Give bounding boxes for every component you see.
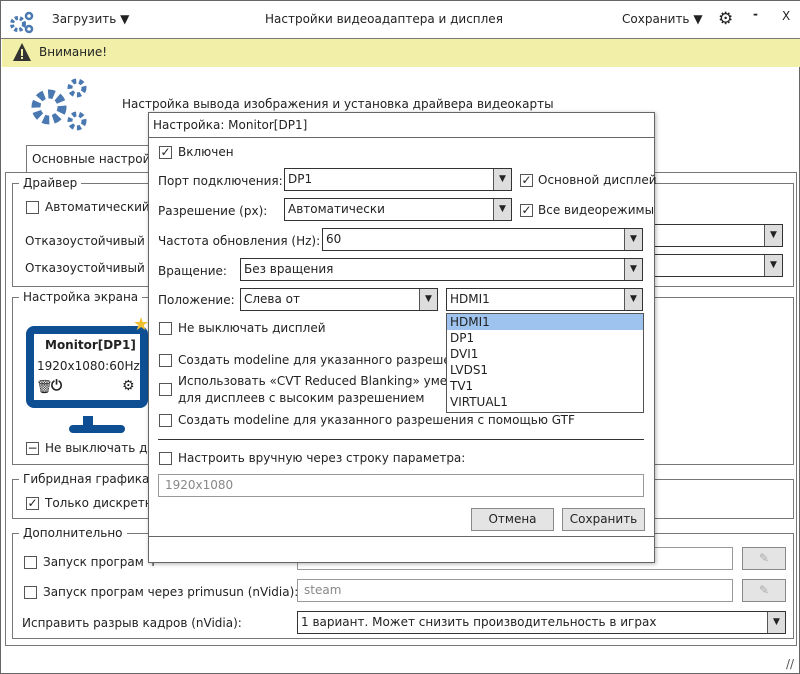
header-text: Настройка вывода изображения и установка… — [122, 97, 554, 111]
modeline-cvt-checkbox[interactable] — [159, 354, 172, 367]
discrete-label: Только дискретн — [45, 496, 153, 510]
port-label: Порт подключения: — [158, 174, 283, 188]
fallback2-label: Отказоустойчивый др — [25, 261, 165, 275]
run2-checkbox[interactable] — [24, 586, 37, 599]
auto-driver-label: Автоматический в — [45, 200, 161, 214]
load-menu[interactable]: Загрузить ▼ — [52, 12, 129, 26]
no-off-label: Не выключать ди — [45, 441, 156, 455]
position-label: Положение: — [158, 293, 235, 307]
run2-input[interactable]: steam — [297, 579, 733, 602]
nooff-label: Не выключать дисплей — [178, 321, 326, 335]
run1-label: Запуск програм ч — [43, 555, 155, 569]
header-gears-icon — [31, 78, 87, 131]
reduced-blanking-label-2: для дисплеев с высоким разрешением — [178, 391, 425, 405]
monitor-mode: 1920x1080:60Hz — [37, 359, 140, 373]
cancel-button[interactable]: Отмена — [471, 508, 554, 531]
dropdown-option[interactable]: DP1 — [447, 330, 643, 346]
warning-text: Внимание! — [39, 45, 108, 59]
minimize-button[interactable]: - — [753, 7, 758, 21]
tearing-label: Исправить разрыв кадров (nVidia): — [22, 616, 242, 630]
modeline-cvt-label: Создать modeline для указанного разрешен… — [178, 353, 474, 367]
allmodes-label: Все видеорежимы — [538, 203, 655, 217]
manual-input[interactable]: 1920x1080 — [158, 474, 644, 497]
extra-legend: Дополнительно — [19, 526, 127, 540]
dialog-title: Настройка: Monitor[DP1] — [153, 118, 308, 132]
primary-checkbox[interactable]: ✓ — [520, 174, 533, 187]
enabled-checkbox[interactable]: ✓ — [159, 146, 172, 159]
position-target-dropdown-list: HDMI1 DP1 DVI1 LVDS1 TV1 VIRTUAL1 — [446, 313, 644, 413]
monitor-name: Monitor[DP1] — [45, 338, 136, 352]
run2-label: Запуск програм через primusun (nVidia): — [43, 585, 299, 599]
driver-legend: Драйвер — [19, 176, 82, 190]
dropdown-option[interactable]: VIRTUAL1 — [447, 394, 643, 410]
position-target-combo[interactable]: HDMI1 ▼ — [446, 288, 643, 311]
screen-legend: Настройка экрана — [19, 290, 143, 304]
dialog-title-bar: Настройка: Monitor[DP1] — [149, 113, 654, 138]
port-combo[interactable]: DP1 ▼ — [284, 168, 512, 191]
auto-driver-checkbox[interactable] — [26, 201, 39, 214]
dropdown-option[interactable]: HDMI1 — [447, 314, 643, 330]
dropdown-option[interactable]: LVDS1 — [447, 362, 643, 378]
allmodes-checkbox[interactable]: ✓ — [520, 204, 533, 217]
manual-checkbox[interactable] — [159, 452, 172, 465]
run1-checkbox[interactable] — [24, 556, 37, 569]
save-menu[interactable]: Сохранить ▼ — [622, 12, 703, 26]
enabled-label: Включен — [178, 145, 234, 159]
discrete-checkbox[interactable]: ✓ — [26, 497, 39, 510]
rotation-combo[interactable]: Без вращения ▼ — [240, 258, 643, 281]
app-gears-icon — [10, 11, 34, 34]
manual-label: Настроить вручную через строку параметра… — [178, 451, 466, 465]
position-combo[interactable]: Слева от ▼ — [240, 288, 438, 311]
hybrid-legend: Гибридная графика — [19, 472, 154, 486]
nooff-checkbox[interactable] — [159, 322, 172, 335]
gear-icon[interactable]: ⚙ — [122, 378, 135, 394]
monitor-card[interactable]: Monitor[DP1] 1920x1080:60Hz 🗑 ⏻ ⚙ — [26, 326, 148, 408]
resolution-label: Разрешение (px): — [158, 204, 268, 218]
primary-label: Основной дисплей — [538, 173, 657, 187]
reduced-blanking-checkbox[interactable] — [159, 383, 172, 396]
settings-gear-icon[interactable]: ⚙ — [718, 9, 733, 29]
run2-edit-button[interactable]: ✎ — [742, 579, 786, 602]
reduced-blanking-label-1: Использовать «CVT Reduced Blanking» умен… — [178, 374, 463, 388]
title-bar: Загрузить ▼ Настройки видеоадаптера и ди… — [1, 1, 800, 39]
separator — [158, 439, 644, 440]
save-button[interactable]: Сохранить — [562, 508, 645, 531]
resolution-combo[interactable]: Автоматически ▼ — [284, 198, 512, 221]
power-icon[interactable]: ⏻ — [51, 378, 62, 394]
close-button[interactable]: X — [782, 9, 790, 23]
window-title: Настройки видеоадаптера и дисплея — [265, 12, 503, 26]
refresh-label: Частота обновления (Hz): — [158, 234, 321, 248]
primary-star-icon: ★ — [133, 314, 150, 335]
resize-grip-icon[interactable]: // — [786, 657, 794, 671]
tab-main-settings[interactable]: Основные настройки — [26, 145, 165, 173]
modeline-gtf-label: Создать modeline для указанного разрешен… — [178, 413, 575, 427]
monitor-stand — [69, 425, 125, 433]
tearing-combo[interactable]: 1 вариант. Может снизить производительно… — [297, 611, 786, 634]
run1-edit-button[interactable]: ✎ — [742, 547, 786, 570]
rotation-label: Вращение: — [158, 264, 227, 278]
no-off-checkbox[interactable]: − — [26, 442, 39, 455]
dropdown-option[interactable]: DVI1 — [447, 346, 643, 362]
dropdown-option[interactable]: TV1 — [447, 378, 643, 394]
refresh-combo[interactable]: 60 ▼ — [322, 228, 643, 251]
modeline-gtf-checkbox[interactable] — [159, 414, 172, 427]
warning-icon — [13, 43, 31, 61]
fallback1-label: Отказоустойчивый др — [25, 234, 165, 248]
warning-bar[interactable]: Внимание! — [2, 39, 800, 67]
